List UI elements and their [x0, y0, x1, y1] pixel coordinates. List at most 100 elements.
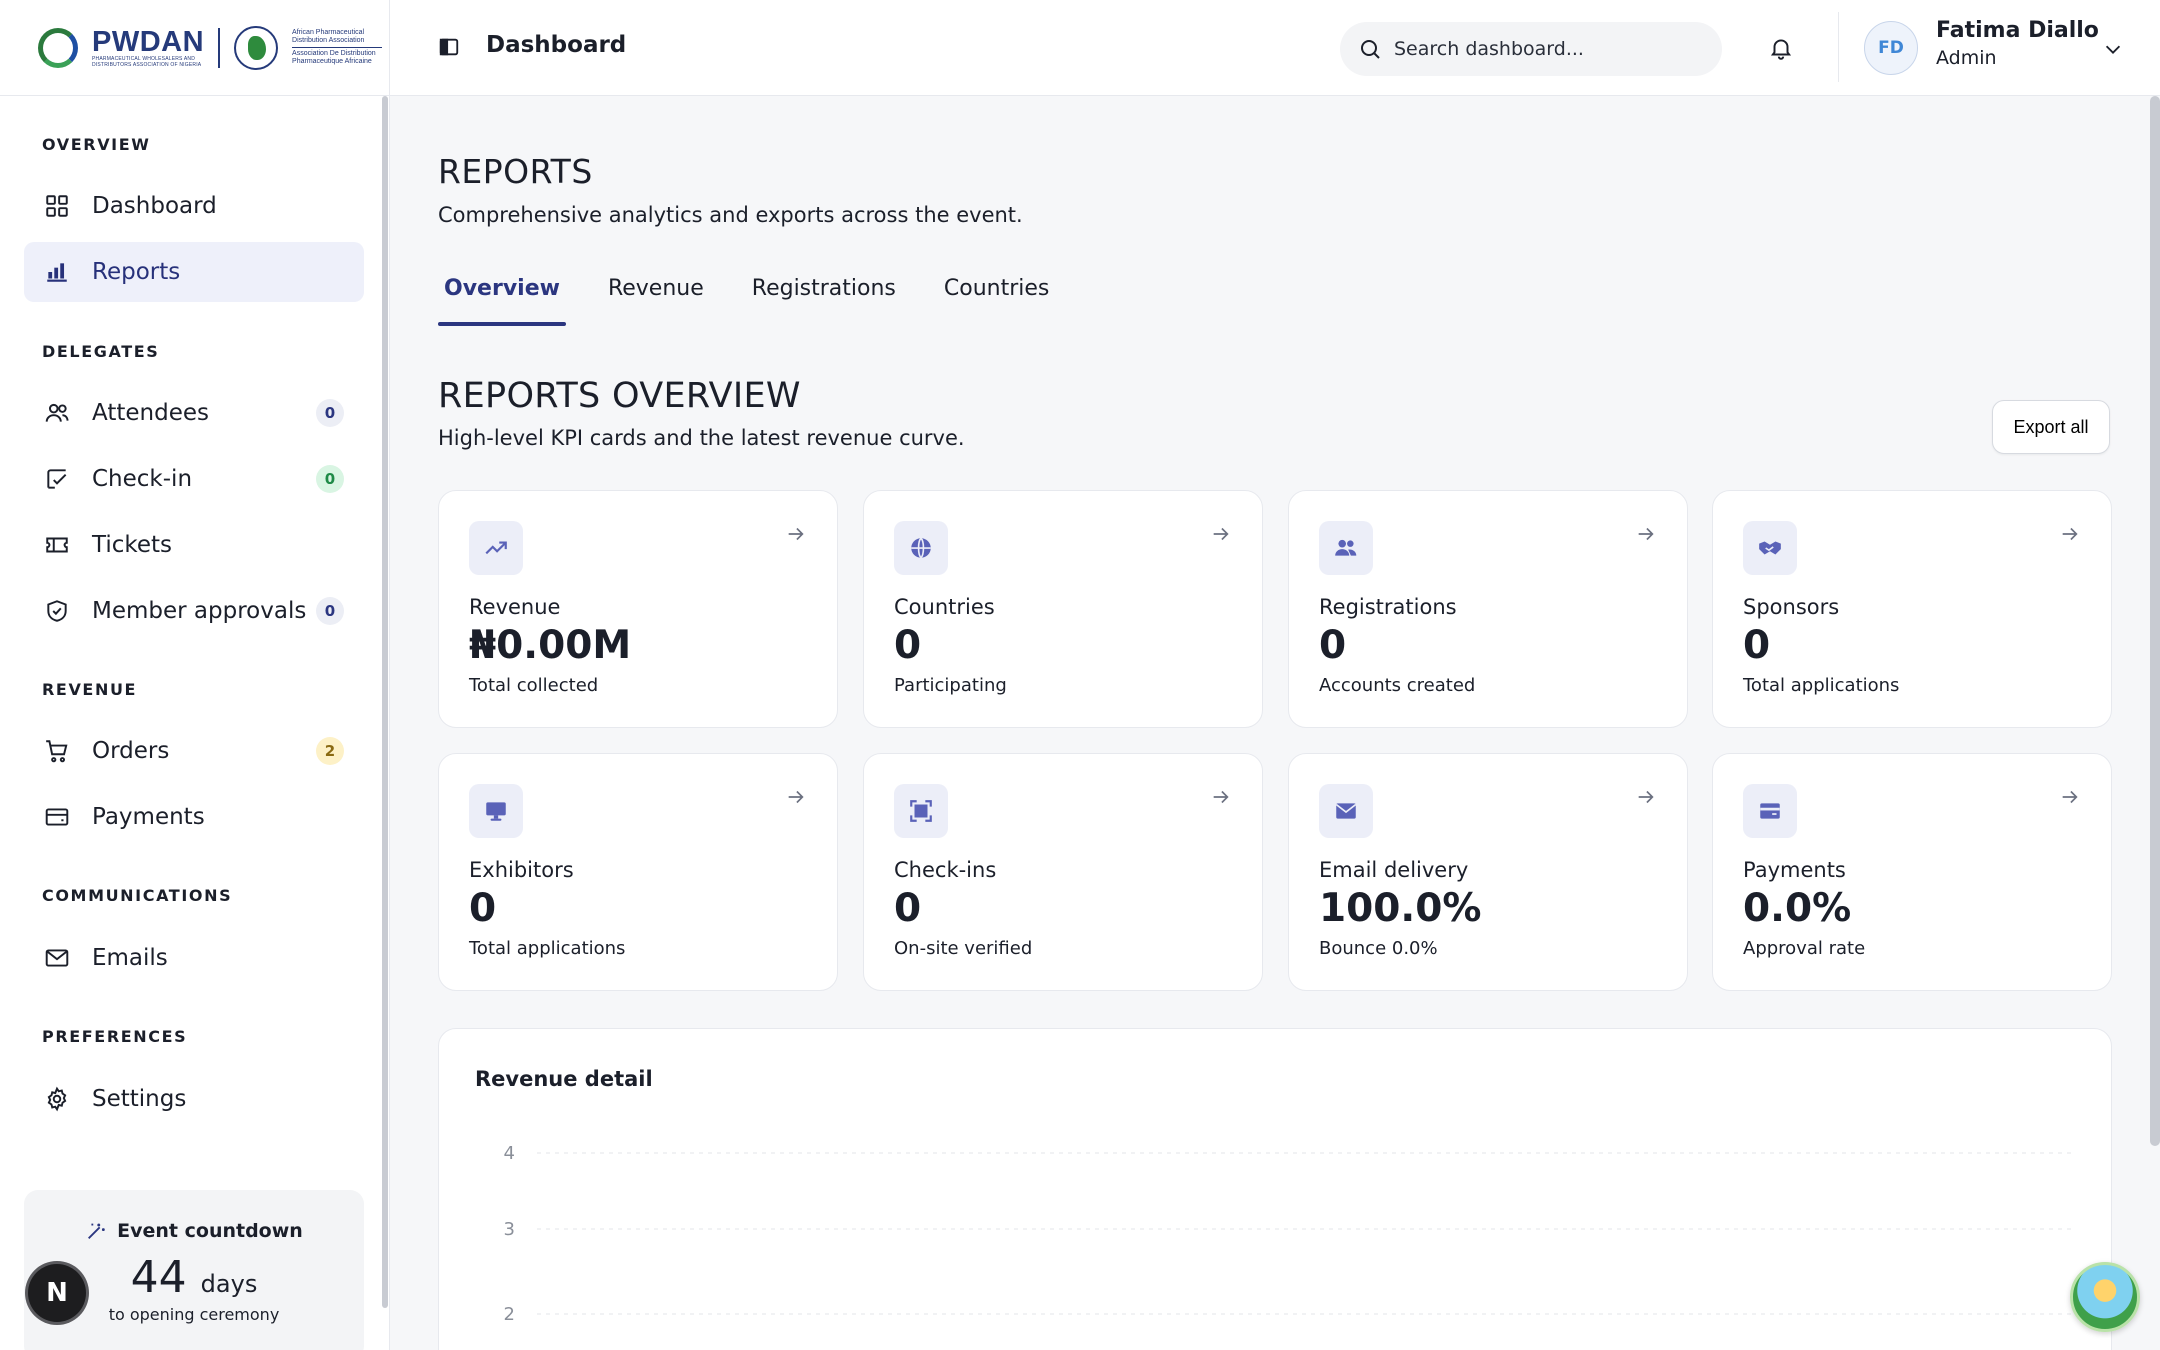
partner-line-2: Association De Distribution Pharmaceutiq… — [292, 50, 376, 65]
checkin-count-badge: 0 — [316, 465, 344, 493]
sidebar-item-label: Emails — [92, 945, 168, 971]
monitor-icon — [469, 784, 523, 838]
approvals-count-badge: 0 — [316, 597, 344, 625]
kpi-caption: Approval rate — [1743, 938, 1866, 959]
next-dev-indicator[interactable]: N — [28, 1264, 86, 1322]
sidebar-item-settings[interactable]: Settings — [24, 1069, 364, 1129]
africa-globe-logo — [234, 25, 279, 70]
sidebar-item-emails[interactable]: Emails — [24, 928, 364, 988]
report-tabs: Overview Revenue Registrations Countries — [438, 272, 1091, 326]
arrow-right-icon[interactable] — [2059, 523, 2081, 545]
sidebar-scrollbar[interactable] — [382, 96, 388, 1308]
kpi-label: Revenue — [469, 595, 561, 619]
handshake-icon — [1743, 521, 1797, 575]
brand-logo[interactable]: PWDAN PHARMACEUTICAL WHOLESALERS AND DIS… — [0, 0, 389, 96]
sidebar-item-label: Reports — [92, 259, 181, 285]
kpi-caption: Accounts created — [1319, 675, 1476, 696]
section-overview: OVERVIEW — [42, 135, 151, 154]
page-subtitle: Comprehensive analytics and exports acro… — [438, 203, 1023, 227]
assistant-launcher-button[interactable] — [2070, 1262, 2140, 1332]
export-all-button[interactable]: Export all — [1992, 400, 2110, 454]
attendees-count-badge: 0 — [316, 399, 344, 427]
sidebar: PWDAN PHARMACEUTICAL WHOLESALERS AND DIS… — [0, 0, 390, 1350]
kpi-caption: Total collected — [469, 675, 599, 696]
kpi-card-revenue[interactable]: Revenue ₦0.00M Total collected — [438, 490, 838, 728]
arrow-right-icon[interactable] — [785, 523, 807, 545]
sidebar-item-checkin[interactable]: Check-in 0 — [24, 449, 364, 509]
kpi-label: Payments — [1743, 858, 1846, 882]
kpi-card-payments[interactable]: Payments 0.0% Approval rate — [1712, 753, 2112, 991]
user-info[interactable]: Fatima Diallo Admin — [1936, 18, 2099, 69]
kpi-card-checkins[interactable]: Check-ins 0 On-site verified — [863, 753, 1263, 991]
countdown-title: Event countdown — [117, 1220, 303, 1242]
tab-overview[interactable]: Overview — [438, 272, 566, 326]
kpi-card-countries[interactable]: Countries 0 Participating — [863, 490, 1263, 728]
countdown-title-row: Event countdown — [24, 1220, 364, 1242]
chevron-down-icon[interactable] — [2102, 38, 2124, 60]
mail-icon — [44, 945, 70, 971]
sidebar-toggle-icon[interactable] — [438, 36, 460, 58]
kpi-card-sponsors[interactable]: Sponsors 0 Total applications — [1712, 490, 2112, 728]
scan-icon — [894, 784, 948, 838]
avatar[interactable]: FD — [1864, 21, 1918, 75]
partner-wordmark: African Pharmaceutical Distribution Asso… — [292, 29, 387, 66]
search-icon — [1361, 40, 1380, 59]
kpi-label: Registrations — [1319, 595, 1457, 619]
arrow-right-icon[interactable] — [1210, 523, 1232, 545]
sidebar-item-label: Attendees — [92, 400, 209, 426]
arrow-right-icon[interactable] — [1635, 523, 1657, 545]
orders-count-badge: 2 — [316, 737, 344, 765]
sidebar-item-label: Member approvals — [92, 598, 307, 624]
section-delegates: DELEGATES — [42, 342, 160, 361]
mail-icon — [1319, 784, 1373, 838]
section-subtitle: High-level KPI cards and the latest reve… — [438, 426, 965, 450]
sidebar-item-attendees[interactable]: Attendees 0 — [24, 383, 364, 443]
arrow-right-icon[interactable] — [1635, 786, 1657, 808]
tab-countries[interactable]: Countries — [938, 272, 1056, 326]
logo-divider — [218, 27, 221, 68]
sidebar-item-label: Orders — [92, 738, 170, 764]
sidebar-item-orders[interactable]: Orders 2 — [24, 721, 364, 781]
section-communications: COMMUNICATIONS — [42, 886, 233, 905]
main-scrollbar[interactable] — [2150, 96, 2160, 1146]
kpi-card-exhibitors[interactable]: Exhibitors 0 Total applications — [438, 753, 838, 991]
section-revenue: REVENUE — [42, 680, 138, 699]
kpi-value: 0 — [469, 886, 497, 931]
trending-up-icon — [469, 521, 523, 575]
kpi-label: Email delivery — [1319, 858, 1469, 882]
sidebar-item-reports[interactable]: Reports — [24, 242, 364, 302]
logo-name: PWDAN — [92, 25, 205, 58]
pwdan-logo-mark — [38, 27, 78, 68]
sidebar-item-tickets[interactable]: Tickets — [24, 515, 364, 575]
y-tick-3: 3 — [504, 1219, 515, 1240]
kpi-caption: Total applications — [1743, 675, 1900, 696]
kpi-label: Sponsors — [1743, 595, 1840, 619]
users-icon — [44, 400, 70, 426]
sidebar-item-label: Tickets — [92, 532, 173, 558]
kpi-value: 0.0% — [1743, 886, 1852, 931]
kpi-caption: Participating — [894, 675, 1007, 696]
arrow-right-icon[interactable] — [2059, 786, 2081, 808]
grid-icon — [44, 193, 70, 219]
sidebar-item-member-approvals[interactable]: Member approvals 0 — [24, 581, 364, 641]
countdown-days: 44 — [130, 1252, 187, 1303]
section-title: REPORTS OVERVIEW — [438, 376, 801, 416]
arrow-right-icon[interactable] — [1210, 786, 1232, 808]
bell-icon[interactable] — [1768, 34, 1794, 62]
tab-revenue[interactable]: Revenue — [602, 272, 710, 326]
kpi-card-email-delivery[interactable]: Email delivery 100.0% Bounce 0.0% — [1288, 753, 1688, 991]
arrow-right-icon[interactable] — [785, 786, 807, 808]
kpi-card-registrations[interactable]: Registrations 0 Accounts created — [1288, 490, 1688, 728]
kpi-label: Countries — [894, 595, 995, 619]
kpi-caption: On-site verified — [894, 938, 1033, 959]
search-box[interactable] — [1340, 22, 1722, 76]
tab-registrations[interactable]: Registrations — [746, 272, 902, 326]
check-square-icon — [44, 466, 70, 492]
wallet-icon — [44, 804, 70, 830]
search-input[interactable] — [1394, 38, 1694, 60]
sidebar-item-dashboard[interactable]: Dashboard — [24, 176, 364, 236]
sidebar-item-payments[interactable]: Payments — [24, 787, 364, 847]
kpi-label: Exhibitors — [469, 858, 574, 882]
topbar-divider — [1838, 12, 1839, 82]
kpi-value: 0 — [1743, 623, 1771, 668]
